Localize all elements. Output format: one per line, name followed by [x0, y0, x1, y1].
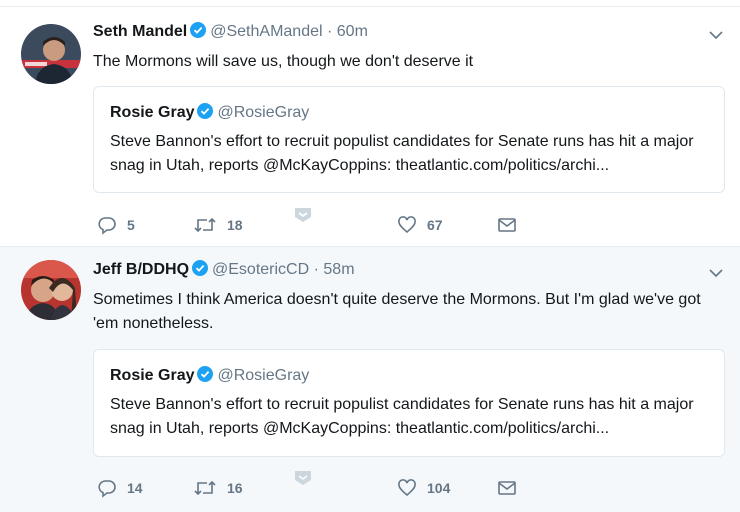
reply-count: 5 — [127, 217, 135, 233]
verified-badge-icon — [197, 366, 214, 382]
heart-icon — [398, 479, 416, 497]
verified-badge-icon — [197, 103, 214, 119]
mail-icon — [498, 481, 516, 495]
retweet-icon — [194, 480, 216, 496]
retweet-icon — [194, 217, 216, 233]
retweet-count: 18 — [227, 217, 243, 233]
reply-button[interactable]: 5 — [97, 213, 135, 237]
timestamp[interactable]: 60m — [337, 23, 368, 40]
tweet-header: Jeff B/DDHQ @EsotericCD · 58m — [93, 259, 700, 281]
mail-icon — [498, 218, 516, 232]
separator-dot: · — [327, 23, 333, 40]
separator-dot: · — [313, 261, 319, 278]
like-button[interactable]: 67 — [397, 213, 443, 237]
direct-message-button[interactable] — [293, 203, 313, 227]
retweet-button[interactable]: 18 — [193, 213, 243, 237]
verified-badge-icon — [190, 22, 207, 38]
heart-icon — [398, 216, 416, 234]
reply-icon — [98, 480, 116, 498]
quoted-author-name: Rosie Gray — [110, 104, 195, 121]
avatar[interactable] — [21, 260, 81, 320]
retweet-count: 16 — [227, 480, 243, 496]
quoted-tweet-header: Rosie Gray @RosieGray — [110, 365, 309, 387]
quoted-tweet-text: Steve Bannon's effort to recruit populis… — [110, 396, 694, 437]
timestamp[interactable]: 58m — [323, 261, 354, 278]
author-handle[interactable]: @EsotericCD — [212, 261, 309, 278]
share-via-message-button[interactable] — [497, 213, 517, 237]
quoted-author-handle: @RosieGray — [217, 367, 310, 384]
author-handle[interactable]: @SethAMandel — [210, 23, 322, 40]
verified-badge-icon — [192, 260, 209, 276]
quoted-tweet[interactable]: Rosie Gray @RosieGray Steve Bannon's effo… — [93, 349, 725, 457]
tweet-text: The Mormons will save us, though we don'… — [93, 53, 474, 70]
tweet[interactable]: Jeff B/DDHQ @EsotericCD · 58m Sometimes I… — [0, 246, 740, 512]
direct-message-icon — [295, 208, 311, 222]
reply-button[interactable]: 14 — [97, 476, 143, 500]
like-button[interactable]: 104 — [397, 476, 450, 500]
author-name[interactable]: Jeff B/DDHQ — [93, 261, 189, 278]
quoted-tweet-header: Rosie Gray @RosieGray — [110, 102, 309, 124]
direct-message-button[interactable] — [293, 466, 313, 490]
quoted-author-handle: @RosieGray — [217, 104, 310, 121]
chevron-down-icon[interactable] — [708, 265, 724, 281]
action-bar: 5 18 67 — [97, 208, 627, 237]
tweet-text: Sometimes I think America doesn't quite … — [93, 291, 701, 332]
reply-icon — [98, 217, 116, 235]
avatar[interactable] — [21, 24, 81, 84]
like-count: 67 — [427, 217, 443, 233]
author-name[interactable]: Seth Mandel — [93, 23, 187, 40]
action-bar: 14 16 104 — [97, 471, 627, 500]
like-count: 104 — [427, 480, 451, 496]
direct-message-icon — [295, 471, 311, 485]
retweet-button[interactable]: 16 — [193, 476, 243, 500]
quoted-tweet-text: Steve Bannon's effort to recruit populis… — [110, 133, 694, 174]
quoted-author-name: Rosie Gray — [110, 367, 195, 384]
chevron-down-icon[interactable] — [708, 27, 724, 43]
quoted-tweet[interactable]: Rosie Gray @RosieGray Steve Bannon's effo… — [93, 86, 725, 193]
tweet[interactable]: Seth Mandel @SethAMandel · 60m The Mormon… — [0, 6, 740, 246]
reply-count: 14 — [127, 480, 143, 496]
share-via-message-button[interactable] — [497, 476, 517, 500]
tweet-header: Seth Mandel @SethAMandel · 60m — [93, 21, 700, 43]
